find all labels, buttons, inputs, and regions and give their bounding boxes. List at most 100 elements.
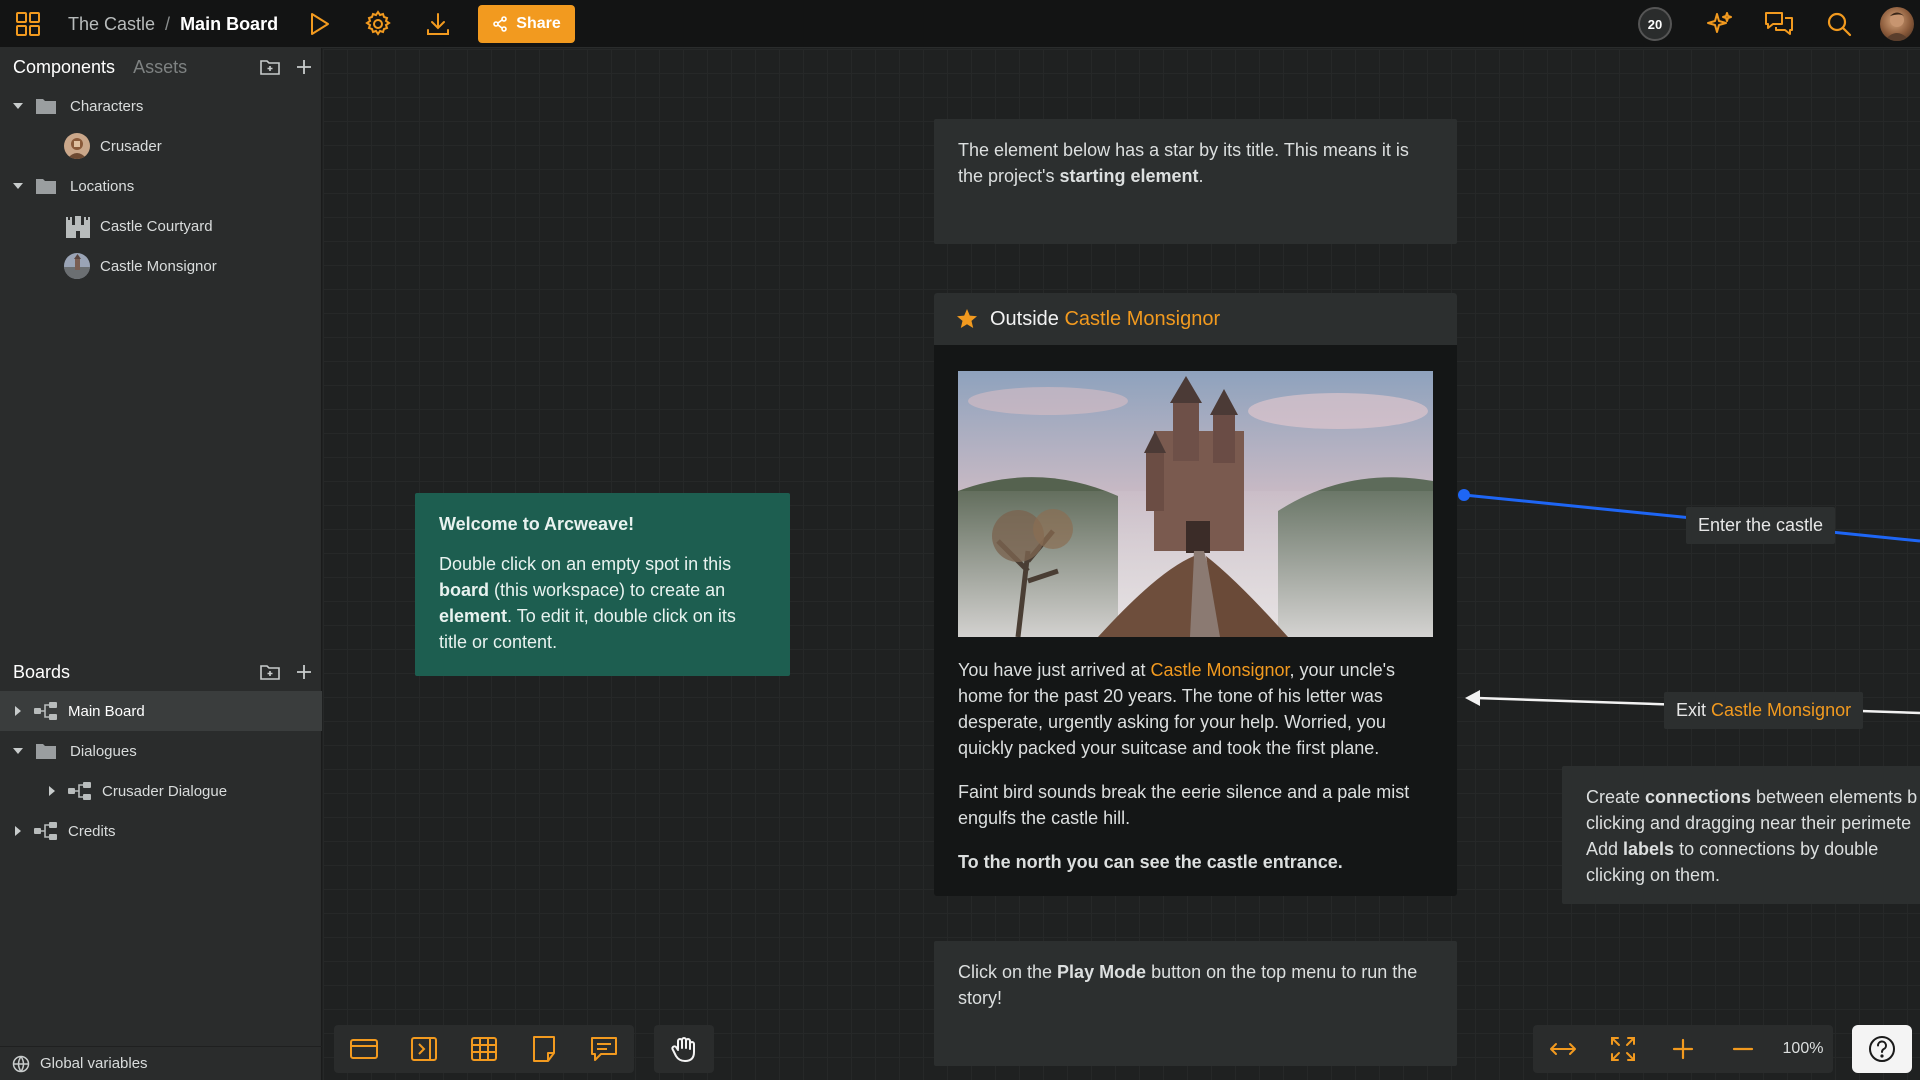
- jumper-tool-icon[interactable]: [394, 1025, 454, 1073]
- tree-folder-dialogues[interactable]: Dialogues: [0, 731, 322, 771]
- boards-title: Boards: [13, 661, 71, 682]
- help-button[interactable]: [1852, 1025, 1912, 1073]
- sidebar: Components Assets Characters Crusader Lo…: [0, 48, 322, 1080]
- global-variables-label: Global variables: [40, 1055, 148, 1072]
- tree-item-castle-courtyard[interactable]: Castle Courtyard: [0, 206, 322, 246]
- new-folder-icon[interactable]: [260, 663, 280, 681]
- variables-icon: [12, 1055, 30, 1073]
- sparkle-icon[interactable]: [1702, 8, 1736, 40]
- element-title-text: Outside: [990, 307, 1065, 330]
- tree-board-credits[interactable]: Credits: [0, 811, 322, 851]
- welcome-bold: board: [439, 580, 490, 600]
- note-text: .: [1198, 166, 1204, 186]
- tree-item-label: Castle Courtyard: [100, 217, 213, 235]
- note-text: Create: [1586, 787, 1646, 807]
- chevron-right-icon[interactable]: [46, 785, 58, 797]
- folder-icon: [36, 98, 56, 114]
- board-icon: [68, 782, 92, 800]
- element-outside-castle[interactable]: Outside Castle Monsignor You have just a…: [934, 293, 1457, 896]
- project-name[interactable]: The Castle: [68, 14, 155, 35]
- tree-item-castle-monsignor[interactable]: Castle Monsignor: [0, 246, 322, 286]
- element-content[interactable]: You have just arrived at Castle Monsigno…: [934, 345, 1457, 896]
- chevron-down-icon[interactable]: [12, 745, 24, 757]
- welcome-bold: element: [439, 606, 508, 626]
- credits-badge[interactable]: 20: [1638, 7, 1672, 41]
- user-avatar[interactable]: [1880, 7, 1914, 41]
- tree-folder-locations[interactable]: Locations: [0, 166, 322, 206]
- note-starting-element[interactable]: The element below has a star by its titl…: [934, 119, 1457, 244]
- note-line: clicking and dragging near their perimet…: [1586, 813, 1912, 833]
- play-icon[interactable]: [302, 8, 336, 40]
- share-button[interactable]: Share: [478, 5, 575, 43]
- element-paragraph: You have just arrived at Castle Monsigno…: [958, 657, 1433, 761]
- tree-item-label: Characters: [70, 97, 144, 115]
- welcome-note[interactable]: Welcome to Arcweave! Double click on an …: [415, 493, 790, 676]
- welcome-title: Welcome to Arcweave!: [439, 514, 635, 534]
- element-paragraph: To the north you can see the castle entr…: [958, 852, 1343, 872]
- tree-item-label: Locations: [70, 177, 135, 195]
- tree-item-label: Credits: [68, 822, 116, 840]
- tree-board-main-board[interactable]: Main Board: [0, 691, 322, 731]
- pan-toolbar: [654, 1025, 714, 1073]
- note-connections[interactable]: Create connections between elements b cl…: [1562, 766, 1920, 904]
- star-icon: [956, 308, 978, 330]
- board-name[interactable]: Main Board: [180, 14, 278, 35]
- tree-board-crusader-dialogue[interactable]: Crusader Dialogue: [0, 771, 322, 811]
- zoom-out-icon[interactable]: [1713, 1025, 1773, 1073]
- add-board-icon[interactable]: [296, 664, 312, 680]
- note-play-mode[interactable]: Click on the Play Mode button on the top…: [934, 941, 1457, 1066]
- note-text: Click on the: [958, 962, 1058, 982]
- castle-cover-image: [958, 371, 1433, 637]
- boards-header: Boards: [0, 653, 322, 691]
- global-variables-button[interactable]: Global variables: [0, 1046, 322, 1080]
- chevron-right-icon[interactable]: [12, 705, 24, 717]
- component-mention[interactable]: Castle Monsignor: [1150, 660, 1289, 680]
- comment-tool-icon[interactable]: [574, 1025, 634, 1073]
- note-text: between elements b: [1751, 787, 1918, 807]
- board-canvas[interactable]: The element below has a star by its titl…: [323, 49, 1920, 1080]
- connection-label-enter[interactable]: Enter the castle: [1686, 507, 1836, 544]
- fullscreen-icon[interactable]: [1593, 1025, 1653, 1073]
- new-folder-icon[interactable]: [260, 58, 280, 76]
- breadcrumb-separator: /: [165, 13, 171, 34]
- connection-start-dot[interactable]: [1458, 489, 1470, 501]
- apps-grid-icon[interactable]: [12, 8, 44, 40]
- tab-components[interactable]: Components: [13, 57, 115, 78]
- zoom-level[interactable]: 100%: [1773, 1040, 1833, 1058]
- note-line: Create connections between elements b: [1586, 784, 1917, 810]
- crusader-thumbnail: [64, 133, 90, 159]
- note-bold-text: labels: [1623, 839, 1675, 859]
- connection-label-exit[interactable]: Exit Castle Monsignor: [1664, 692, 1864, 729]
- note-text: to connections by double: [1674, 839, 1879, 859]
- comments-icon[interactable]: [1762, 8, 1796, 40]
- tree-folder-characters[interactable]: Characters: [0, 86, 322, 126]
- hand-pan-icon[interactable]: [654, 1025, 714, 1073]
- create-toolbar: [334, 1025, 634, 1073]
- component-mention[interactable]: Castle Monsignor: [1711, 700, 1851, 720]
- help-icon: [1868, 1035, 1896, 1063]
- arrow-head-icon: [1465, 690, 1480, 706]
- tree-item-crusader[interactable]: Crusader: [0, 126, 322, 166]
- share-icon: [492, 16, 508, 32]
- element-tool-icon[interactable]: [334, 1025, 394, 1073]
- table-tool-icon[interactable]: [454, 1025, 514, 1073]
- search-icon[interactable]: [1822, 8, 1856, 40]
- castle-monsignor-thumbnail: [64, 253, 90, 279]
- top-bar: The Castle / Main Board Share 20: [0, 0, 1920, 48]
- zoom-in-icon[interactable]: [1653, 1025, 1713, 1073]
- board-icon: [34, 702, 58, 720]
- component-mention[interactable]: Castle Monsignor: [1064, 308, 1220, 330]
- chevron-down-icon[interactable]: [12, 100, 24, 112]
- chevron-right-icon[interactable]: [12, 825, 24, 837]
- element-title[interactable]: Outside Castle Monsignor: [934, 293, 1457, 345]
- add-component-icon[interactable]: [296, 59, 312, 75]
- chevron-down-icon[interactable]: [12, 180, 24, 192]
- download-icon[interactable]: [421, 8, 455, 40]
- welcome-text: Double click on an empty spot in this bo…: [439, 551, 766, 655]
- note-tool-icon[interactable]: [514, 1025, 574, 1073]
- folder-icon: [36, 178, 56, 194]
- fit-width-icon[interactable]: [1533, 1025, 1593, 1073]
- tab-assets[interactable]: Assets: [133, 57, 187, 78]
- settings-gear-icon[interactable]: [361, 8, 395, 40]
- share-label: Share: [516, 15, 561, 32]
